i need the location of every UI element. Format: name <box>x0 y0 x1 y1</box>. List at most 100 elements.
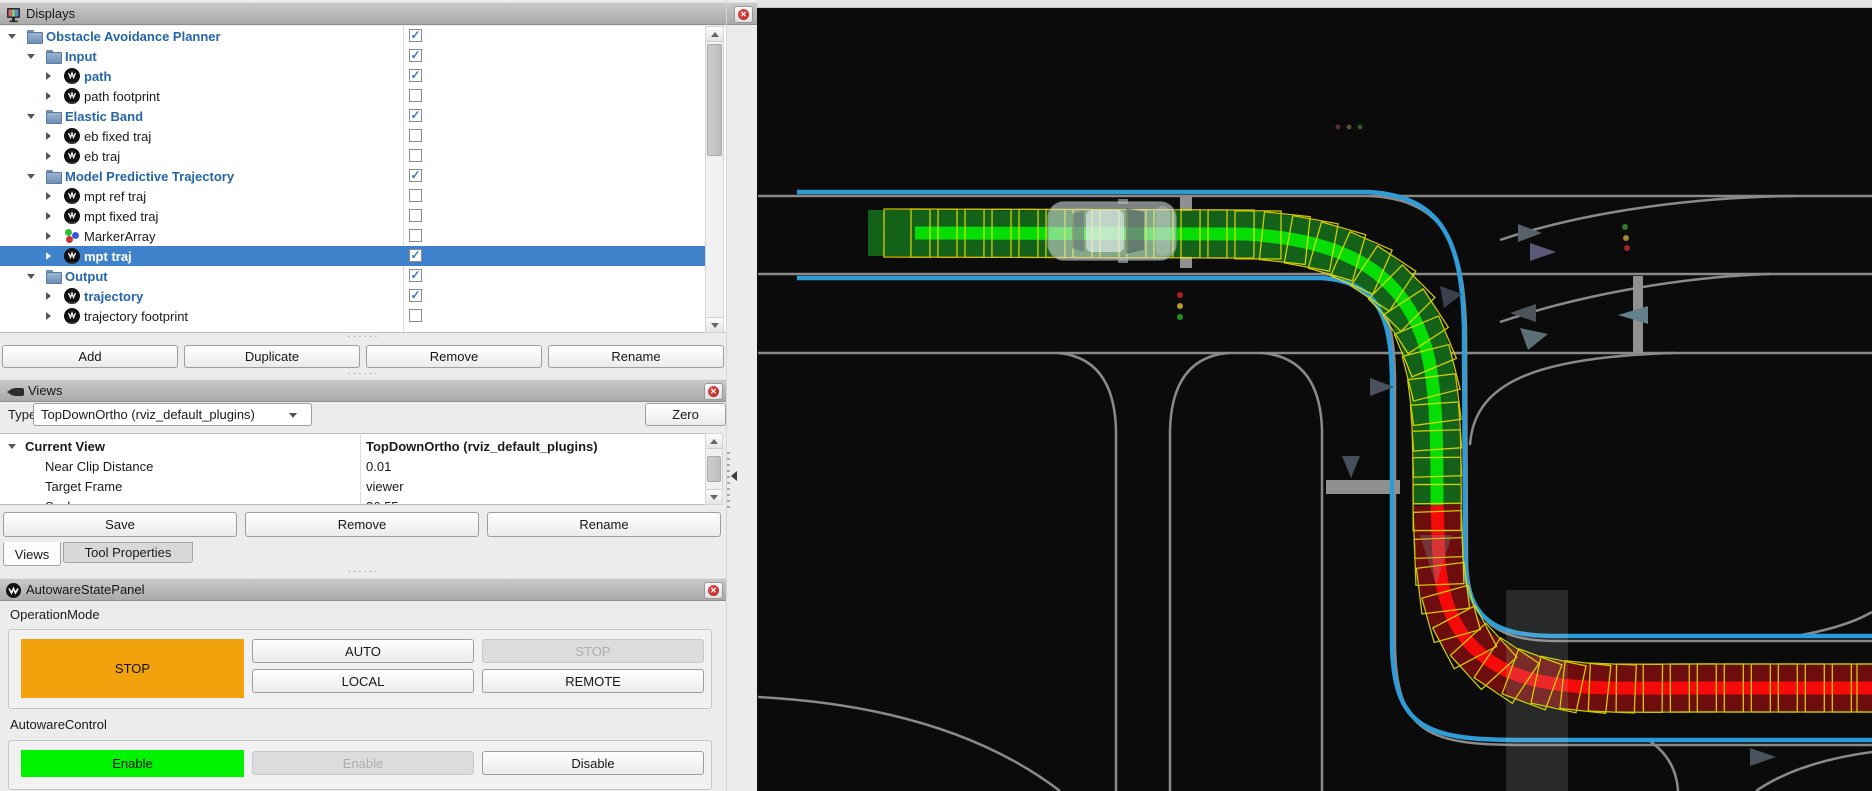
tab-views[interactable]: Views <box>3 542 61 566</box>
visibility-checkbox[interactable]: ✓ <box>409 49 422 62</box>
expand-arrow-icon[interactable] <box>46 72 51 80</box>
display-item-input[interactable]: Input ✓ <box>0 46 705 66</box>
panel-collapse-arrow[interactable] <box>731 471 737 481</box>
collapse-arrow-icon[interactable] <box>27 274 35 279</box>
auto-button[interactable]: AUTO <box>252 639 474 663</box>
views-close-button[interactable]: ✕ <box>704 383 723 400</box>
display-item-trajectory-footprint[interactable]: trajectory footprint <box>0 306 705 326</box>
display-item-label: mpt fixed traj <box>84 209 158 224</box>
display-item-eb-fixed-traj[interactable]: eb fixed traj <box>0 126 705 146</box>
rename-button[interactable]: Rename <box>548 345 724 368</box>
display-item-path[interactable]: path✓ <box>0 66 705 86</box>
expand-arrow-icon[interactable] <box>46 212 51 220</box>
property-row[interactable]: Target Frameviewer <box>0 476 705 496</box>
property-row[interactable]: Current ViewTopDownOrtho (rviz_default_p… <box>0 436 705 456</box>
visibility-checkbox[interactable]: ✓ <box>409 289 422 302</box>
trajectory-red-band <box>1437 505 1872 688</box>
collapse-arrow-icon[interactable] <box>27 54 35 59</box>
display-item-trajectory[interactable]: trajectory✓ <box>0 286 705 306</box>
collapse-arrow-icon[interactable] <box>27 114 35 119</box>
zero-button[interactable]: Zero <box>645 403 726 426</box>
visibility-checkbox[interactable] <box>409 209 422 222</box>
visibility-checkbox[interactable]: ✓ <box>409 169 422 182</box>
property-value[interactable]: 0.01 <box>366 459 391 474</box>
display-item-markerarray[interactable]: MarkerArray <box>0 226 705 246</box>
scrollbar-thumb[interactable] <box>707 456 721 482</box>
close-icon: ✕ <box>738 9 749 20</box>
display-item-mpt-ref-traj[interactable]: mpt ref traj <box>0 186 705 206</box>
display-item-mpt-traj[interactable]: mpt traj✓ <box>0 246 705 266</box>
property-row[interactable]: Scale26.55 <box>0 496 705 505</box>
displays-close-button[interactable]: ✕ <box>734 6 753 23</box>
save-button[interactable]: Save <box>3 512 237 537</box>
rename-button[interactable]: Rename <box>487 512 721 537</box>
display-item-mpt-fixed-traj[interactable]: mpt fixed traj <box>0 206 705 226</box>
visibility-checkbox[interactable]: ✓ <box>409 29 422 42</box>
marker-array-icon <box>64 228 80 244</box>
property-value[interactable]: viewer <box>366 479 404 494</box>
views-scrollbar[interactable] <box>705 433 723 505</box>
collapse-arrow-icon[interactable] <box>8 444 16 449</box>
3d-viewport[interactable] <box>757 0 1872 791</box>
autoware-control-label: AutowareControl <box>10 717 107 732</box>
autoware-close-button[interactable]: ✕ <box>704 582 723 599</box>
expand-arrow-icon[interactable] <box>46 192 51 200</box>
visibility-checkbox[interactable]: ✓ <box>409 109 422 122</box>
displays-scrollbar[interactable] <box>705 26 724 333</box>
visibility-checkbox[interactable] <box>409 309 422 322</box>
visibility-checkbox[interactable]: ✓ <box>409 69 422 82</box>
splitter-handle[interactable]: ······ <box>0 569 727 575</box>
expand-arrow-icon[interactable] <box>46 132 51 140</box>
expand-arrow-icon[interactable] <box>46 312 51 320</box>
display-item-path-footprint[interactable]: path footprint <box>0 86 705 106</box>
display-item-label: Input <box>65 49 97 64</box>
scroll-up-icon[interactable] <box>706 27 723 42</box>
autoware-display-icon <box>64 208 80 224</box>
display-item-elastic-band[interactable]: Elastic Band✓ <box>0 106 705 126</box>
property-row[interactable]: Near Clip Distance0.01 <box>0 456 705 476</box>
scroll-down-icon[interactable] <box>706 489 722 504</box>
view-type-dropdown[interactable]: TopDownOrtho (rviz_default_plugins) <box>33 403 312 426</box>
scroll-up-icon[interactable] <box>706 434 722 449</box>
remove-button[interactable]: Remove <box>366 345 542 368</box>
add-button[interactable]: Add <box>2 345 178 368</box>
current-view-table[interactable]: Current ViewTopDownOrtho (rviz_default_p… <box>0 433 723 505</box>
enable-button[interactable]: Enable <box>252 751 474 775</box>
expand-arrow-icon[interactable] <box>46 92 51 100</box>
property-value[interactable]: 26.55 <box>366 499 399 505</box>
display-item-eb-traj[interactable]: eb traj <box>0 146 705 166</box>
remove-button[interactable]: Remove <box>245 512 479 537</box>
remote-button[interactable]: REMOTE <box>482 669 704 693</box>
visibility-checkbox[interactable] <box>409 229 422 242</box>
expand-arrow-icon[interactable] <box>46 232 51 240</box>
collapse-arrow-icon[interactable] <box>8 34 16 39</box>
disable-button[interactable]: Disable <box>482 751 704 775</box>
visibility-checkbox[interactable]: ✓ <box>409 269 422 282</box>
views-panel-title: Views <box>28 383 62 398</box>
stop-button[interactable]: STOP <box>482 639 704 663</box>
visibility-checkbox[interactable] <box>409 129 422 142</box>
local-button[interactable]: LOCAL <box>252 669 474 693</box>
expand-arrow-icon[interactable] <box>46 292 51 300</box>
scroll-down-icon[interactable] <box>706 317 723 332</box>
visibility-checkbox[interactable] <box>409 89 422 102</box>
tab-tool-properties[interactable]: Tool Properties <box>63 542 193 563</box>
display-item-output[interactable]: Output✓ <box>0 266 705 286</box>
splitter-handle[interactable]: ······ <box>0 371 727 377</box>
expand-arrow-icon[interactable] <box>46 252 51 260</box>
expand-arrow-icon[interactable] <box>46 152 51 160</box>
splitter-handle[interactable]: ······ <box>0 334 727 340</box>
duplicate-button[interactable]: Duplicate <box>184 345 360 368</box>
displays-tree[interactable]: Obstacle Avoidance Planner✓Input✓path✓pa… <box>0 26 727 333</box>
display-item-obstacle-avoidance-planner[interactable]: Obstacle Avoidance Planner✓ <box>0 26 705 46</box>
scrollbar-thumb[interactable] <box>707 44 722 156</box>
autoware-display-icon <box>64 188 80 204</box>
collapse-arrow-icon[interactable] <box>27 174 35 179</box>
property-value[interactable]: TopDownOrtho (rviz_default_plugins) <box>366 439 598 454</box>
panel-splitter[interactable] <box>727 452 730 508</box>
visibility-checkbox[interactable] <box>409 189 422 202</box>
visibility-checkbox[interactable] <box>409 149 422 162</box>
visibility-checkbox[interactable]: ✓ <box>409 249 422 262</box>
close-icon: ✕ <box>708 585 719 596</box>
display-item-model-predictive-trajectory[interactable]: Model Predictive Trajectory✓ <box>0 166 705 186</box>
